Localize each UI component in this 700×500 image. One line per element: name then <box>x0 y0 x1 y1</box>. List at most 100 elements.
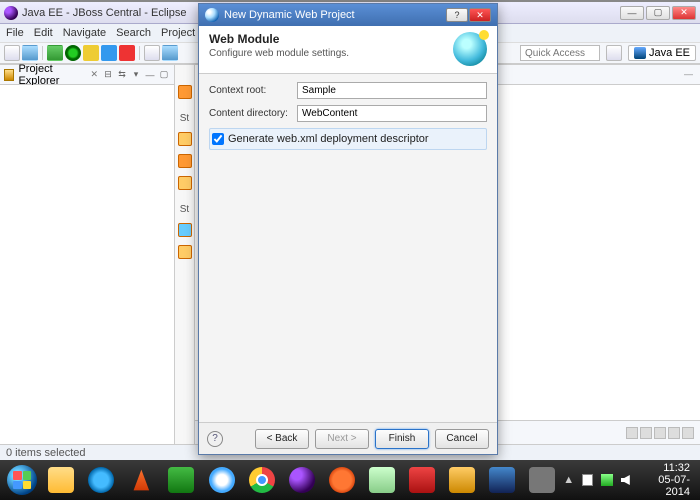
generate-webxml-checkbox[interactable] <box>212 133 224 145</box>
collapse-all-icon[interactable]: ⊟ <box>102 69 114 81</box>
view-icon[interactable] <box>668 427 680 439</box>
taskbar-excel[interactable] <box>162 463 200 497</box>
run-icon[interactable] <box>65 45 81 61</box>
taskbar-firefox[interactable] <box>323 463 361 497</box>
next-button[interactable]: Next > <box>315 429 369 449</box>
context-root-input[interactable] <box>297 82 487 99</box>
central-icon[interactable] <box>178 132 192 146</box>
content-directory-row: Content directory: <box>209 105 487 122</box>
dialog-close-button[interactable]: ✕ <box>469 8 491 22</box>
minimize-view-icon[interactable]: — <box>684 69 696 81</box>
finish-button[interactable]: Finish <box>375 429 429 449</box>
central-icon[interactable] <box>178 223 192 237</box>
jboss-central-strip: St St <box>175 65 195 444</box>
central-section: St <box>180 113 189 124</box>
view-icon[interactable] <box>682 427 694 439</box>
close-button[interactable]: ✕ <box>672 6 696 20</box>
quick-access-input[interactable] <box>520 45 600 61</box>
project-explorer-tab[interactable]: Project Explorer ✕ ⊟ ⇆ ▾ — ▢ <box>0 65 174 85</box>
notepad-icon <box>369 467 395 493</box>
perspective-button[interactable]: Java EE <box>628 45 696 61</box>
open-perspective-icon[interactable] <box>606 45 622 61</box>
view-icon[interactable] <box>626 427 638 439</box>
dialog-header: Web Module Configure web module settings… <box>199 26 497 74</box>
tool-icon[interactable] <box>144 45 160 61</box>
view-icon[interactable] <box>640 427 652 439</box>
debug-icon[interactable] <box>47 45 63 61</box>
eclipse-icon <box>289 467 315 493</box>
left-panel: Project Explorer ✕ ⊟ ⇆ ▾ — ▢ <box>0 65 175 444</box>
vlc-icon <box>128 467 154 493</box>
tomcat-icon <box>449 467 475 493</box>
taskbar-other[interactable] <box>523 463 561 497</box>
menu-project[interactable]: Project <box>161 27 195 39</box>
taskbar-magnifier[interactable] <box>202 463 240 497</box>
taskbar-explorer[interactable] <box>42 463 80 497</box>
taskbar-ie[interactable] <box>82 463 120 497</box>
dialog-body: Context root: Content directory: Generat… <box>199 74 497 422</box>
tool-icon[interactable] <box>101 45 117 61</box>
show-hidden-icon[interactable]: ▲ <box>563 474 574 486</box>
javaee-icon <box>634 47 646 59</box>
taskbar-pdf[interactable] <box>403 463 441 497</box>
taskbar-word[interactable] <box>483 463 521 497</box>
start-button[interactable] <box>4 463 40 497</box>
maximize-view-icon[interactable]: ▢ <box>158 69 170 81</box>
close-view-icon[interactable]: ✕ <box>90 69 98 80</box>
taskbar-chrome[interactable] <box>243 463 281 497</box>
excel-icon <box>168 467 194 493</box>
taskbar-eclipse[interactable] <box>283 463 321 497</box>
tool-icon[interactable] <box>83 45 99 61</box>
sound-icon[interactable] <box>621 475 630 485</box>
project-explorer-icon <box>4 69 14 81</box>
cancel-button[interactable]: Cancel <box>435 429 489 449</box>
chrome-icon <box>249 467 275 493</box>
project-explorer-label: Project Explorer <box>18 63 84 87</box>
dialog-header-msg: Configure web module settings. <box>209 48 349 59</box>
central-icon[interactable] <box>178 154 192 168</box>
back-button[interactable]: < Back <box>255 429 309 449</box>
dialog-help-button[interactable]: ? <box>446 8 468 22</box>
central-icon[interactable] <box>178 176 192 190</box>
perspective-label: Java EE <box>649 47 690 59</box>
minimize-view-icon[interactable]: — <box>144 69 156 81</box>
window-controls: — ▢ ✕ <box>620 6 696 20</box>
maximize-button[interactable]: ▢ <box>646 6 670 20</box>
menu-search[interactable]: Search <box>116 27 151 39</box>
wizard-icon <box>205 8 219 22</box>
separator <box>139 46 140 60</box>
minimize-button[interactable]: — <box>620 6 644 20</box>
clock[interactable]: 11:32 05-07-2014 <box>638 462 690 498</box>
content-directory-label: Content directory: <box>209 108 291 119</box>
menu-navigate[interactable]: Navigate <box>63 27 106 39</box>
view-icon[interactable] <box>654 427 666 439</box>
tool-icon[interactable] <box>162 45 178 61</box>
save-icon[interactable] <box>22 45 38 61</box>
new-icon[interactable] <box>4 45 20 61</box>
generate-webxml-label: Generate web.xml deployment descriptor <box>228 133 429 145</box>
dialog-title: New Dynamic Web Project <box>224 9 355 21</box>
view-menu-icon[interactable]: ▾ <box>130 69 142 81</box>
eclipse-title: Java EE - JBoss Central - Eclipse <box>22 7 186 19</box>
content-directory-input[interactable] <box>297 105 487 122</box>
central-section: St <box>180 204 189 215</box>
context-root-row: Context root: <box>209 82 487 99</box>
menu-file[interactable]: File <box>6 27 24 39</box>
clock-time: 11:32 <box>638 462 690 474</box>
link-editor-icon[interactable]: ⇆ <box>116 69 128 81</box>
taskbar-tomcat[interactable] <box>443 463 481 497</box>
stop-icon[interactable] <box>119 45 135 61</box>
word-icon <box>489 467 515 493</box>
taskbar-vlc[interactable] <box>122 463 160 497</box>
central-icon[interactable] <box>178 245 192 259</box>
dialog-titlebar[interactable]: New Dynamic Web Project ? ✕ <box>199 4 497 26</box>
taskbar-notepad[interactable] <box>363 463 401 497</box>
network-icon[interactable] <box>601 474 612 486</box>
action-center-icon[interactable] <box>582 474 593 486</box>
help-icon[interactable]: ? <box>207 431 223 447</box>
dialog-footer: ? < Back Next > Finish Cancel <box>199 422 497 454</box>
menu-edit[interactable]: Edit <box>34 27 53 39</box>
central-icon[interactable] <box>178 85 192 99</box>
generate-webxml-row[interactable]: Generate web.xml deployment descriptor <box>209 128 487 150</box>
project-explorer-body[interactable] <box>0 85 174 444</box>
